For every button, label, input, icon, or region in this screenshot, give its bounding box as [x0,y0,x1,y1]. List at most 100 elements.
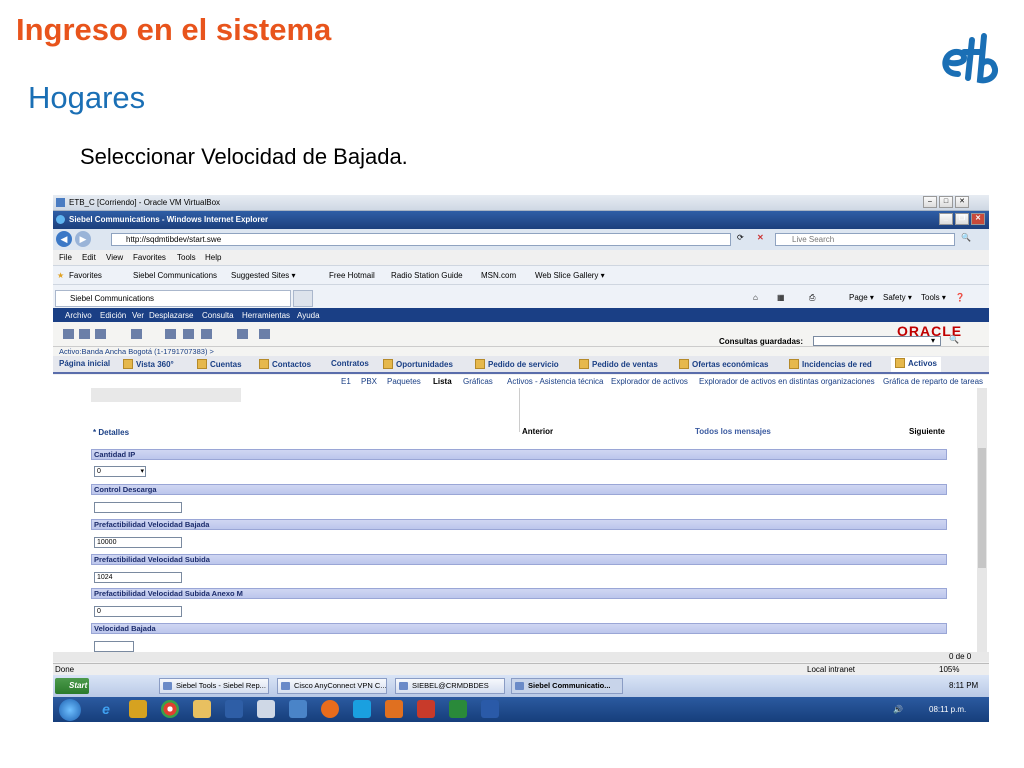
velocidad-bajada-input[interactable] [94,641,134,652]
prefact-subida-input[interactable]: 1024 [94,572,182,583]
breadcrumb-text[interactable]: Activo:Banda Ancha Bogotá (1-1791707383)… [59,347,214,356]
taskbar-siebel-communications[interactable]: Siebel Communicatio... [511,678,623,694]
volume-icon[interactable]: 🔊 [893,705,903,714]
sb-menu-desplazarse[interactable]: Desplazarse [149,311,193,320]
subtab-graficas[interactable]: Gráficas [463,377,493,386]
maximize-icon[interactable]: □ [939,196,953,208]
tab-pedido-ventas[interactable]: Pedido de ventas [579,359,658,369]
tool-new-icon[interactable] [63,329,74,339]
back-icon[interactable]: ◀ [56,231,72,247]
menu-view[interactable]: View [106,253,123,262]
menu-help[interactable]: Help [205,253,221,262]
prev-link[interactable]: Anterior [522,427,553,436]
tool-copy-icon[interactable] [95,329,106,339]
refresh-icon[interactable]: ⟳ [737,233,744,242]
zoom-level[interactable]: 105% [939,665,959,674]
cmd-safety[interactable]: Safety ▾ [883,293,912,302]
home-icon[interactable]: ⌂ [753,293,758,302]
subtab-explorador-org[interactable]: Explorador de activos en distintas organ… [699,377,875,386]
sb-menu-ver[interactable]: Ver [132,311,144,320]
saved-queries-select[interactable] [813,336,941,346]
tab-pedido-servicio[interactable]: Pedido de servicio [475,359,559,369]
start-button[interactable]: Start [55,678,89,694]
close-icon[interactable]: ✕ [955,196,969,208]
app-taskbar-icon[interactable] [257,700,275,718]
excel-taskbar-icon[interactable] [449,700,467,718]
subtab-grafica-reparto[interactable]: Gráfica de reparto de tareas [883,377,983,386]
tool-save-icon[interactable] [79,329,90,339]
new-tab-button[interactable] [293,290,313,307]
menu-favorites[interactable]: Favorites [133,253,166,262]
powerpoint-taskbar-icon[interactable] [417,700,435,718]
tab-pagina-inicial[interactable]: Página inicial [59,359,110,368]
cantidad-ip-select[interactable]: 0 ▾ [94,466,146,477]
tab-cuentas[interactable]: Cuentas [197,359,242,369]
tool-execute-icon[interactable] [183,329,194,339]
tab-activos[interactable]: Activos [891,357,941,372]
skype-taskbar-icon[interactable] [353,700,371,718]
ie-minimize-icon[interactable]: _ [939,213,953,225]
windows-start-orb[interactable] [59,699,81,721]
tab-incidencias-red[interactable]: Incidencias de red [789,359,872,369]
tab-ofertas-economicas[interactable]: Ofertas económicas [679,359,768,369]
taskbar-siebel-tools[interactable]: Siebel Tools - Siebel Rep... [159,678,269,694]
sb-menu-consulta[interactable]: Consulta [202,311,234,320]
vertical-scrollbar[interactable] [977,388,987,652]
tool-refine-icon[interactable] [201,329,212,339]
vpn-taskbar-icon[interactable] [225,700,243,718]
tab-contactos[interactable]: Contactos [259,359,311,369]
sb-menu-archivo[interactable]: Archivo [65,311,92,320]
search-input[interactable]: Live Search [775,233,955,246]
word-taskbar-icon[interactable] [481,700,499,718]
minimize-icon[interactable]: – [923,196,937,208]
browser-tab[interactable]: Siebel Communications [55,290,291,307]
tab-contratos[interactable]: Contratos [331,359,369,368]
outlook-taskbar-icon[interactable] [385,700,403,718]
sb-menu-edicion[interactable]: Edición [100,311,126,320]
print-icon[interactable]: ⎙ [809,293,815,303]
tab-oportunidades[interactable]: Oportunidades [383,359,453,369]
fav-suggested-sites[interactable]: Suggested Sites ▾ [231,271,296,280]
tool-edit-icon[interactable] [131,329,142,339]
chrome-taskbar-icon[interactable] [161,700,179,718]
menu-tools[interactable]: Tools [177,253,196,262]
all-messages-link[interactable]: Todos los mensajes [695,427,771,436]
tool-query-icon[interactable] [165,329,176,339]
firefox-taskbar-icon[interactable] [321,700,339,718]
prefact-subida-anexo-input[interactable]: 0 [94,606,182,617]
control-descarga-input[interactable] [94,502,182,513]
media-taskbar-icon[interactable] [129,700,147,718]
favorites-button[interactable]: Favorites [69,271,102,280]
tool-menu-icon[interactable] [259,329,270,339]
subtab-asistencia[interactable]: Activos - Asistencia técnica [507,377,603,386]
feeds-icon[interactable]: ▦ [777,293,785,302]
subtab-lista[interactable]: Lista [433,377,452,386]
ie-restore-icon[interactable]: ❐ [955,213,969,225]
fav-siebel[interactable]: Siebel Communications [133,271,217,280]
taskbar-cisco-vpn[interactable]: Cisco AnyConnect VPN C... [277,678,387,694]
query-search-icon[interactable]: 🔍 [949,335,959,344]
scrollbar-thumb[interactable] [978,448,986,568]
ie-taskbar-icon[interactable]: e [97,700,115,718]
taskbar-siebel-crmdbdes[interactable]: SIEBEL@CRMDBDES [395,678,505,694]
sb-menu-ayuda[interactable]: Ayuda [297,311,320,320]
stop-icon[interactable]: ✕ [757,233,764,242]
folder-taskbar-icon[interactable] [193,700,211,718]
subtab-pbx[interactable]: PBX [361,377,377,386]
address-input[interactable]: http://sqdmtibdev/start.swe [111,233,731,246]
prefact-bajada-input[interactable]: 10000 [94,537,182,548]
cmd-tools[interactable]: Tools ▾ [921,293,946,302]
virtualbox-taskbar-icon[interactable] [289,700,307,718]
ie-close-icon[interactable]: ✕ [971,213,985,225]
fav-radio-station[interactable]: Radio Station Guide [391,271,463,280]
chevron-down-icon[interactable]: ▾ [931,336,935,345]
tab-vista-360[interactable]: Vista 360° [123,359,174,369]
tool-print-icon[interactable] [237,329,248,339]
fav-web-slice[interactable]: Web Slice Gallery ▾ [535,271,605,280]
fav-msn[interactable]: MSN.com [481,271,516,280]
cmd-page[interactable]: Page ▾ [849,293,874,302]
sb-menu-herramientas[interactable]: Herramientas [242,311,290,320]
help-icon[interactable]: ❓ [955,293,965,302]
search-icon[interactable]: 🔍 [961,233,971,242]
subtab-explorador[interactable]: Explorador de activos [611,377,688,386]
